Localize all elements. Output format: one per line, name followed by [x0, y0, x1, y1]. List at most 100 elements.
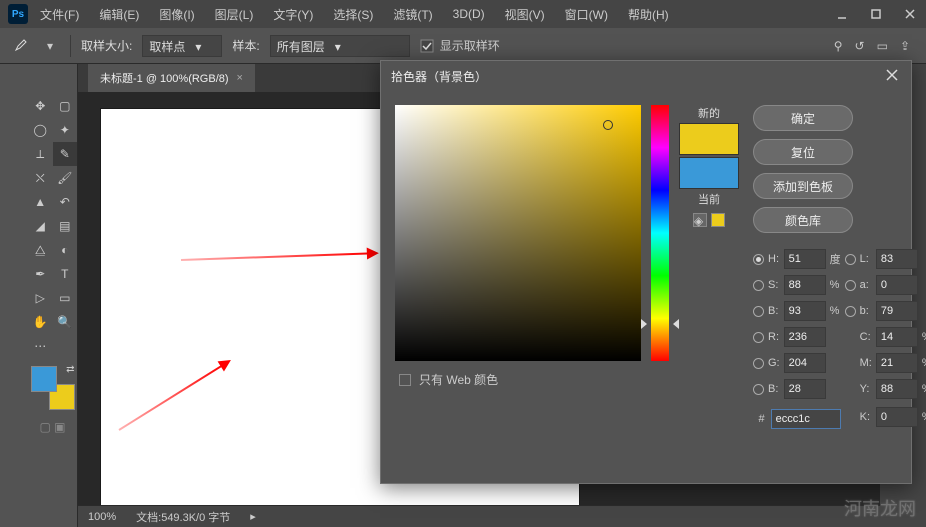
cube-icon[interactable]: ◈ — [693, 213, 707, 227]
share-icon[interactable]: ⇪ — [900, 39, 910, 53]
tool-stamp[interactable]: ▲ — [28, 190, 53, 214]
annotation-arrow-1 — [181, 252, 371, 261]
tool-shape[interactable]: ▭ — [53, 286, 78, 310]
tool-eyedropper[interactable]: ✎ — [53, 142, 78, 166]
menu-view[interactable]: 视图(V) — [497, 2, 553, 27]
labb-input[interactable] — [876, 301, 918, 321]
color-swatches[interactable]: ⇄ — [31, 366, 75, 410]
menu-file[interactable]: 文件(F) — [32, 2, 87, 27]
tab-title: 未标题-1 @ 100%(RGB/8) — [100, 70, 229, 86]
screen-mode[interactable]: ▢ ▣ — [39, 420, 65, 434]
y-input[interactable] — [876, 379, 918, 399]
menu-3d[interactable]: 3D(D) — [445, 3, 493, 25]
hue-slider[interactable] — [651, 105, 669, 361]
h-radio[interactable] — [753, 254, 764, 265]
layout-icon[interactable]: ▭ — [877, 39, 888, 53]
history-icon[interactable]: ↺ — [855, 39, 865, 53]
web-safe-icon[interactable] — [711, 213, 725, 227]
bval-input[interactable] — [784, 301, 826, 321]
dialog-title: 拾色器（背景色） — [391, 68, 487, 85]
r-input[interactable] — [784, 327, 826, 347]
foreground-swatch[interactable] — [31, 366, 57, 392]
tool-lasso[interactable]: ◯ — [28, 118, 53, 142]
tool-gradient[interactable]: ▤ — [53, 214, 78, 238]
k-input[interactable] — [876, 407, 918, 427]
color-libraries-button[interactable]: 颜色库 — [753, 207, 853, 233]
menu-filter[interactable]: 滤镜(T) — [385, 2, 440, 27]
tool-pen[interactable]: ✒ — [28, 262, 53, 286]
tool-marquee[interactable]: ▢ — [53, 94, 78, 118]
rgbb-radio[interactable] — [753, 384, 764, 395]
tool-eraser[interactable]: ◢ — [28, 214, 53, 238]
sample-select[interactable]: 所有图层 ▾ — [270, 35, 410, 57]
menu-window[interactable]: 窗口(W) — [557, 2, 616, 27]
chevron-down-icon[interactable]: ▾ — [40, 36, 60, 56]
reset-button[interactable]: 复位 — [753, 139, 853, 165]
search-icon[interactable]: ⚲ — [834, 39, 843, 53]
watermark: 河南龙网 — [844, 495, 916, 521]
m-input[interactable] — [876, 353, 918, 373]
dialog-close-button[interactable] — [885, 68, 901, 84]
menubar: Ps 文件(F) 编辑(E) 图像(I) 图层(L) 文字(Y) 选择(S) 滤… — [0, 0, 926, 28]
rgbb-input[interactable] — [784, 379, 826, 399]
dialog-titlebar[interactable]: 拾色器（背景色） — [381, 61, 911, 91]
annotation-arrow-2 — [118, 363, 224, 430]
r-radio[interactable] — [753, 332, 764, 343]
window-minimize-button[interactable] — [826, 2, 858, 26]
a-radio[interactable] — [845, 280, 856, 291]
tool-zoom[interactable]: 🔍 — [53, 310, 78, 334]
sample-label: 样本: — [232, 37, 259, 54]
a-input[interactable] — [876, 275, 918, 295]
tool-hand[interactable]: ✋ — [28, 310, 53, 334]
menu-image[interactable]: 图像(I) — [151, 2, 202, 27]
tool-brush[interactable]: 🖌 — [53, 166, 78, 190]
g-input[interactable] — [784, 353, 826, 373]
l-input[interactable] — [876, 249, 918, 269]
labb-radio[interactable] — [845, 306, 856, 317]
tool-edit-toolbar[interactable]: ⋯ — [28, 334, 53, 358]
menu-edit[interactable]: 编辑(E) — [91, 2, 147, 27]
h-input[interactable] — [784, 249, 826, 269]
app-logo: Ps — [8, 4, 28, 24]
window-maximize-button[interactable] — [860, 2, 892, 26]
ok-button[interactable]: 确定 — [753, 105, 853, 131]
bval-radio[interactable] — [753, 306, 764, 317]
tool-type[interactable]: T — [53, 262, 78, 286]
hex-label: # — [759, 413, 765, 425]
sample-size-select[interactable]: 取样点 ▾ — [142, 35, 222, 57]
tab-close-icon[interactable]: × — [237, 72, 243, 84]
s-input[interactable] — [784, 275, 826, 295]
tool-wand[interactable]: ✦ — [53, 118, 78, 142]
new-label: 新的 — [698, 105, 720, 121]
document-tab[interactable]: 未标题-1 @ 100%(RGB/8) × — [88, 64, 255, 92]
show-ring-checkbox[interactable]: 显示取样环 — [420, 37, 500, 54]
hex-input[interactable] — [771, 409, 841, 429]
menu-layer[interactable]: 图层(L) — [207, 2, 262, 27]
tool-history-brush[interactable]: ↶ — [53, 190, 78, 214]
swap-colors-icon[interactable]: ⇄ — [66, 364, 74, 375]
tool-heal[interactable]: ⛌ — [28, 166, 53, 190]
options-bar: ▾ 取样大小: 取样点 ▾ 样本: 所有图层 ▾ 显示取样环 ⚲ ↺ ▭ ⇪ — [0, 28, 926, 64]
web-only-checkbox[interactable]: 只有 Web 颜色 — [395, 371, 739, 388]
s-radio[interactable] — [753, 280, 764, 291]
g-radio[interactable] — [753, 358, 764, 369]
tool-path-select[interactable]: ▷ — [28, 286, 53, 310]
document-info: 文档:549.3K/0 字节 — [136, 509, 230, 525]
tool-dodge[interactable]: ◐ — [53, 238, 78, 262]
panel-strip-left — [0, 64, 28, 527]
add-swatch-button[interactable]: 添加到色板 — [753, 173, 853, 199]
menu-help[interactable]: 帮助(H) — [620, 2, 677, 27]
tool-blur[interactable]: ⧋ — [28, 238, 53, 262]
current-color-preview[interactable] — [679, 157, 739, 189]
window-close-button[interactable] — [894, 2, 926, 26]
menu-text[interactable]: 文字(Y) — [265, 2, 321, 27]
c-input[interactable] — [876, 327, 918, 347]
tool-crop[interactable]: ⟂ — [28, 142, 53, 166]
menu-select[interactable]: 选择(S) — [325, 2, 381, 27]
tool-move[interactable]: ✥ — [28, 94, 53, 118]
zoom-level[interactable]: 100% — [88, 511, 116, 523]
chevron-right-icon[interactable]: ▸ — [250, 510, 256, 523]
saturation-field[interactable] — [395, 105, 641, 361]
l-radio[interactable] — [845, 254, 856, 265]
current-label: 当前 — [698, 191, 720, 207]
